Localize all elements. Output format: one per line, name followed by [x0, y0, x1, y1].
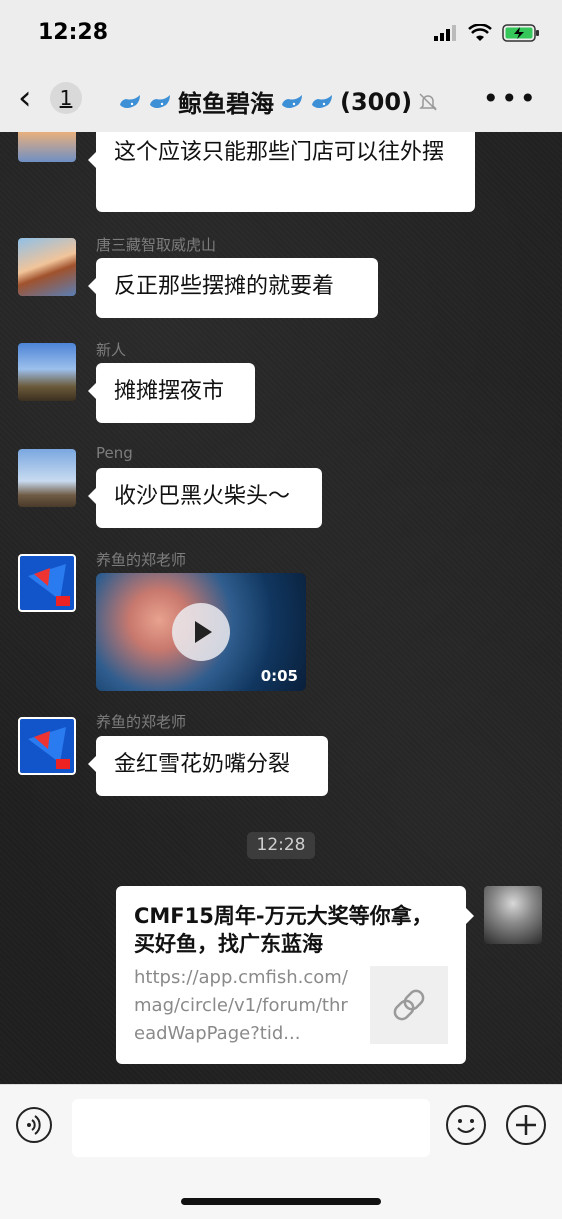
chat-header: ‹ 1 鲸鱼碧海 (300) ••• [0, 70, 562, 132]
link-card-title: CMF15周年-万元大奖等你拿，买好鱼，找广东蓝海 [134, 904, 433, 956]
sender-name: 养鱼的郑老师 [96, 551, 187, 569]
avatar[interactable] [18, 132, 76, 162]
message-bubble[interactable]: 摊摊摆夜市 [88, 363, 255, 423]
whale-icon [120, 94, 140, 108]
message-bubble[interactable]: 金红雪花奶嘴分裂 [88, 736, 328, 796]
avatar-logo [28, 727, 70, 769]
message-text: 金红雪花奶嘴分裂 [114, 752, 291, 777]
status-time: 12:28 [38, 20, 109, 45]
sender-name: 唐三藏智取威虎山 [96, 236, 217, 254]
whale-icon [312, 94, 332, 108]
link-card-message[interactable]: CMF15周年-万元大奖等你拿，买好鱼，找广东蓝海 https://app.cm… [116, 886, 474, 1064]
video-message[interactable]: 0:05 [96, 573, 306, 691]
status-bar: 12:28 [0, 0, 562, 70]
avatar[interactable] [18, 554, 76, 612]
avatar[interactable] [18, 717, 76, 775]
avatar[interactable] [18, 343, 76, 401]
voice-icon[interactable] [16, 1107, 52, 1143]
play-icon[interactable] [172, 603, 230, 661]
unread-count-badge[interactable]: 1 [50, 82, 82, 114]
whale-icon [150, 94, 170, 108]
message-text: 反正那些摆摊的就要着 [114, 274, 335, 299]
emoji-icon[interactable] [446, 1105, 486, 1145]
home-indicator [181, 1198, 381, 1205]
more-icon[interactable]: ••• [482, 82, 538, 115]
sender-name: 养鱼的郑老师 [96, 713, 187, 731]
message-text: 收沙巴黑火柴头～ [114, 484, 291, 509]
chat-title[interactable]: 鲸鱼碧海 (300) [118, 84, 438, 119]
whale-icon [282, 94, 302, 108]
chat-title-text: 鲸鱼碧海 [178, 90, 274, 118]
message-bubble[interactable]: 这个应该只能那些门店可以往外摆 [88, 132, 475, 212]
video-duration: 0:05 [260, 667, 298, 685]
message-bubble[interactable]: 反正那些摆摊的就要着 [88, 258, 378, 318]
member-count: (300) [340, 87, 413, 116]
message-bubble[interactable]: 收沙巴黑火柴头～ [88, 468, 322, 528]
signal-icon [434, 25, 456, 41]
wifi-icon [468, 24, 492, 41]
message-text: 摊摊摆夜市 [114, 379, 225, 404]
message-text: 这个应该只能那些门店可以往外摆 [114, 140, 445, 165]
avatar[interactable] [18, 449, 76, 507]
chevron-left-icon[interactable]: ‹ [18, 80, 32, 116]
link-card-url: https://app.cmfish.com/mag/circle/v1/for… [134, 967, 348, 1044]
sender-name: 新人 [96, 341, 127, 359]
avatar[interactable] [18, 238, 76, 296]
status-icons [434, 24, 540, 42]
sender-name: Peng [96, 444, 133, 462]
battery-charging-icon [502, 24, 539, 42]
bell-off-icon [419, 92, 437, 111]
link-icon [393, 989, 425, 1021]
message-input[interactable] [72, 1099, 430, 1157]
plus-icon[interactable] [506, 1105, 546, 1145]
link-card-thumbnail [370, 966, 448, 1044]
avatar-logo [28, 564, 70, 606]
my-avatar[interactable] [484, 886, 542, 944]
chat-timestamp: 12:28 [247, 832, 315, 859]
